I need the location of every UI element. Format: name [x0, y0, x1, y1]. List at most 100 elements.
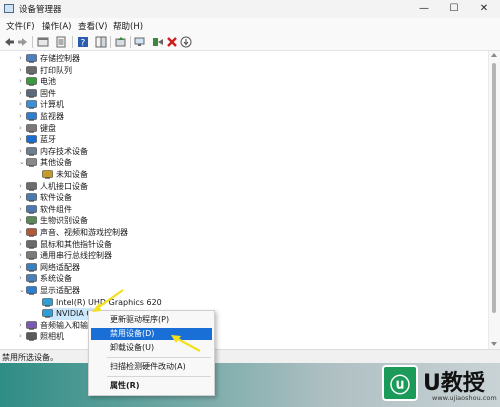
minimize-button[interactable]: — — [410, 1, 438, 17]
tree-item-label: 系统设备 — [40, 274, 72, 284]
tree-item-label: 存储控制器 — [40, 54, 80, 63]
help-icon[interactable]: ? — [77, 36, 89, 48]
watermark-brand: U教授 — [423, 371, 485, 396]
menu-item-update-driver[interactable]: 更新驱动程序(P) — [91, 314, 212, 326]
category-item[interactable]: › 生物识别设备 — [0, 215, 488, 227]
category-item[interactable]: › 计算机 — [0, 99, 488, 111]
disable-device-icon[interactable] — [180, 36, 192, 48]
category-item[interactable]: ⌄ 显示适配器 — [0, 285, 488, 297]
category-item[interactable]: › 声音、视频和游戏控制器 — [0, 227, 488, 239]
tree-item-label: 电池 — [40, 77, 56, 87]
scroll-down-icon[interactable] — [491, 342, 497, 346]
firmware-icon — [26, 88, 37, 98]
category-item[interactable]: › 打印队列 — [0, 65, 488, 77]
category-item[interactable]: › 监视器 — [0, 111, 488, 123]
menu-action[interactable]: 操作(A) — [42, 20, 71, 32]
status-text: 禁用所选设备。 — [2, 353, 58, 362]
enable-device-icon[interactable] — [152, 36, 164, 48]
tree-item-label: 照相机 — [40, 332, 64, 342]
category-item[interactable]: › 系统设备 — [0, 273, 488, 285]
category-item[interactable]: › 存储控制器 — [0, 53, 488, 65]
camera-icon — [26, 332, 37, 342]
usb-icon — [26, 251, 37, 260]
tree-item-label: 其他设备 — [40, 158, 72, 168]
device-item[interactable]: Intel(R) UHD Graphics 620 — [0, 297, 488, 309]
menu-item-disable-device[interactable]: 禁用设备(D) — [91, 328, 212, 340]
category-item[interactable]: › 通用串行总线控制器 — [0, 250, 488, 262]
tree-item-label: 通用串行总线控制器 — [40, 251, 112, 261]
menu-help[interactable]: 帮助(H) — [113, 20, 143, 32]
tree-item-label: 未知设备 — [56, 170, 88, 179]
uninstall-device-icon[interactable] — [166, 36, 178, 48]
category-item[interactable]: › 软件设备 — [0, 192, 488, 204]
category-item[interactable]: › 照相机 — [0, 331, 488, 343]
category-item[interactable]: › 音频输入和输 — [0, 320, 488, 332]
category-item[interactable]: › 鼠标和其他指针设备 — [0, 239, 488, 251]
memory-icon — [26, 146, 37, 156]
biometric-icon — [26, 216, 37, 226]
gpu-icon — [42, 309, 53, 318]
details-icon[interactable] — [55, 36, 67, 48]
update-driver-icon[interactable] — [115, 36, 127, 48]
window-title: 设备管理器 — [19, 5, 62, 15]
menu-separator — [107, 376, 211, 377]
system-icon — [26, 274, 37, 284]
category-item[interactable]: › 内存技术设备 — [0, 146, 488, 158]
category-item[interactable]: › 蓝牙 — [0, 134, 488, 146]
properties-view-icon[interactable] — [37, 36, 49, 48]
tree-item-label: 人机接口设备 — [40, 181, 88, 191]
forward-icon[interactable] — [17, 36, 29, 48]
device-item[interactable]: 未知设备 — [0, 169, 488, 181]
tree-item-label: 键盘 — [40, 123, 56, 133]
monitor-icon — [26, 112, 37, 121]
mouse-icon — [26, 239, 37, 249]
category-item[interactable]: › 网络适配器 — [0, 262, 488, 274]
bluetooth-icon — [26, 135, 37, 144]
unknown-device-icon — [42, 170, 53, 179]
menu-separator — [107, 357, 211, 358]
computer-icon — [26, 100, 37, 110]
software-component-icon — [26, 204, 37, 214]
scroll-up-icon[interactable] — [491, 53, 497, 57]
tree-item-label: Intel(R) UHD Graphics 620 — [56, 297, 162, 307]
menu-file[interactable]: 文件(F) — [6, 20, 35, 32]
category-item[interactable]: › 固件 — [0, 88, 488, 100]
scroll-thumb[interactable] — [492, 63, 496, 313]
tree-item-label: 鼠标和其他指针设备 — [40, 239, 112, 249]
tree-item-label: 声音、视频和游戏控制器 — [40, 228, 128, 237]
menu-item-uninstall-device[interactable]: 卸载设备(U) — [91, 342, 212, 354]
vertical-scrollbar[interactable] — [488, 51, 500, 349]
maximize-button[interactable]: ☐ — [440, 1, 468, 17]
category-item[interactable]: › 软件组件 — [0, 204, 488, 216]
menu-item-properties[interactable]: 属性(R) — [91, 380, 212, 392]
keyboard-icon — [26, 123, 37, 133]
close-button[interactable]: ✕ — [470, 1, 498, 17]
storage-controller-icon — [26, 54, 37, 63]
menu-view[interactable]: 查看(V) — [78, 20, 107, 32]
scan-hardware-icon[interactable] — [134, 36, 146, 48]
other-devices-icon — [26, 158, 37, 168]
battery-icon — [26, 77, 37, 86]
tree-item-label: 计算机 — [40, 100, 64, 110]
tree-item-label: 显示适配器 — [40, 286, 80, 295]
tree-item-label: 打印队列 — [40, 65, 72, 75]
tree-item-label: 软件设备 — [40, 193, 72, 203]
tree-item-label: 蓝牙 — [40, 135, 56, 145]
watermark-url: www.ujiaoshou.com — [432, 394, 497, 402]
sound-icon — [26, 228, 37, 237]
category-item[interactable]: › 人机接口设备 — [0, 181, 488, 193]
software-device-icon — [26, 193, 37, 202]
back-icon[interactable] — [3, 36, 15, 48]
svg-text:?: ? — [81, 39, 86, 49]
tree-item-label: 音频输入和输 — [40, 320, 88, 330]
category-item[interactable]: › 键盘 — [0, 123, 488, 135]
watermark-glyph: ⓤ — [390, 373, 410, 397]
action-panel-icon[interactable] — [95, 36, 107, 48]
status-bar: 禁用所选设备。 — [0, 349, 500, 363]
menu-item-scan-hardware[interactable]: 扫描检测硬件改动(A) — [91, 361, 212, 373]
category-item[interactable]: ⌄ 其他设备 — [0, 157, 488, 169]
device-item[interactable]: NVIDIA G — [0, 308, 488, 320]
tree-item-label: 内存技术设备 — [40, 146, 88, 156]
category-item[interactable]: › 电池 — [0, 76, 488, 88]
hid-icon — [26, 181, 37, 191]
